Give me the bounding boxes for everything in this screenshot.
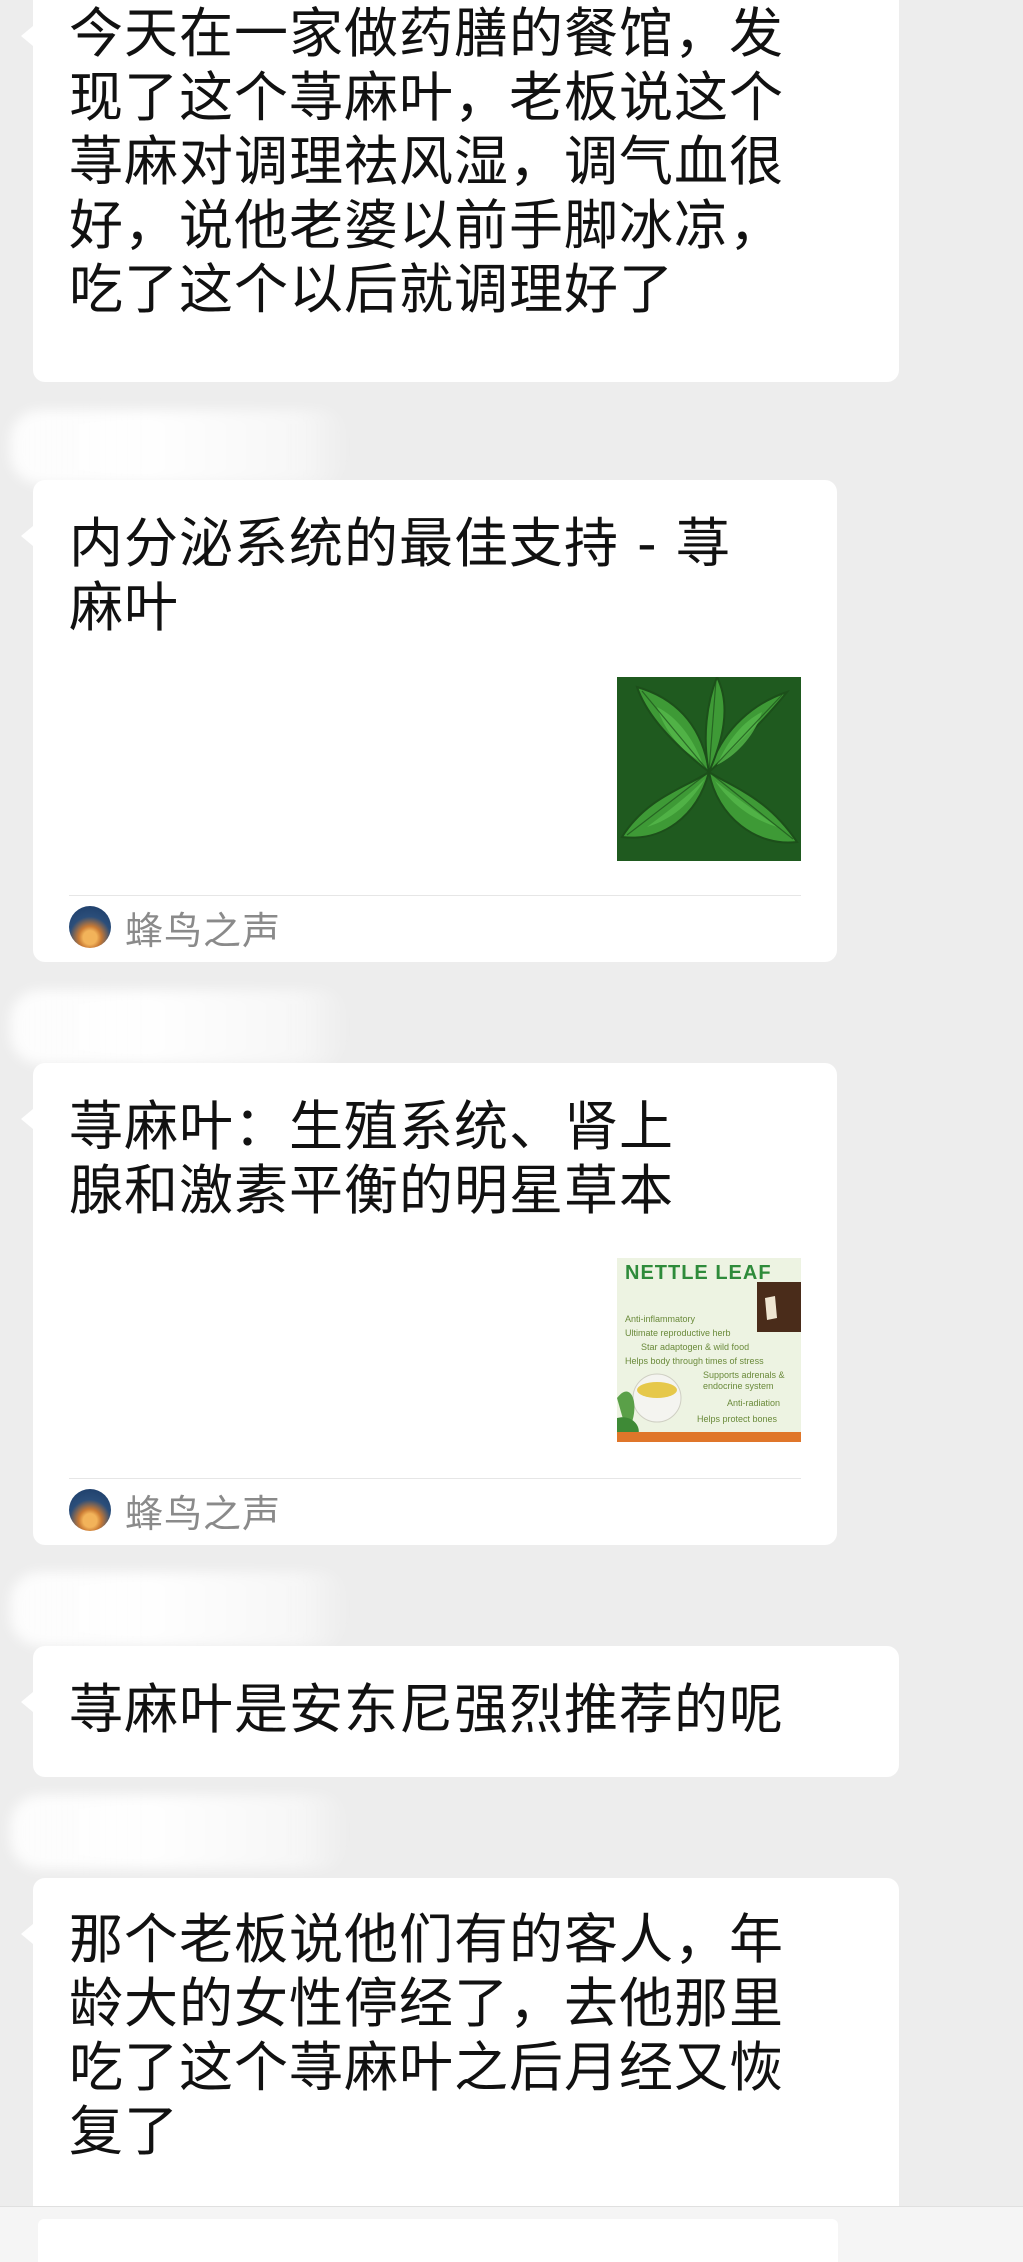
sender-name-redacted — [10, 1795, 350, 1869]
message-text: 今天在一家做药膳的餐馆，发 现了这个荨麻叶，老板说这个 荨麻对调理祛风湿，调气血… — [69, 2, 784, 321]
infographic-line: Supports adrenals & endocrine system — [703, 1370, 785, 1391]
infographic-heading: NETTLE LEAF — [625, 1262, 772, 1284]
link-card[interactable]: 荨麻叶：生殖系统、肾上 腺和激素平衡的明星草本 NETTLE LEAF Anti… — [21, 1063, 837, 1545]
card-source: 蜂鸟之声 — [69, 905, 281, 953]
source-avatar — [69, 1489, 111, 1531]
card-title: 荨麻叶：生殖系统、肾上 腺和激素平衡的明星草本 — [69, 1095, 674, 1222]
nettle-leaves-photo — [617, 677, 801, 861]
infographic-line: Star adaptogen & wild food — [641, 1342, 750, 1352]
input-area[interactable] — [38, 2219, 838, 2262]
card-title: 内分泌系统的最佳支持 - 荨 麻叶 — [69, 512, 731, 639]
chat-history[interactable]: 今天在一家做药膳的餐馆，发 现了这个荨麻叶，老板说这个 荨麻对调理祛风湿，调气血… — [0, 0, 1023, 2261]
sender-name-redacted — [10, 410, 350, 484]
message-bubble[interactable]: 今天在一家做药膳的餐馆，发 现了这个荨麻叶，老板说这个 荨麻对调理祛风湿，调气血… — [21, 0, 899, 382]
infographic-line: Helps protect bones — [697, 1414, 778, 1424]
message-text: 那个老板说他们有的客人，年 龄大的女性停经了，去他那里 吃了这个荨麻叶之后月经又… — [69, 1908, 784, 2163]
sender-name-redacted — [10, 1572, 350, 1646]
infographic-line: Ultimate reproductive herb — [625, 1328, 731, 1338]
infographic-line: Anti-inflammatory — [625, 1314, 696, 1324]
message-text: 荨麻叶是安东尼强烈推荐的呢 — [69, 1678, 784, 1741]
card-divider — [69, 895, 801, 896]
infographic-line: Anti-radiation — [727, 1398, 781, 1408]
source-name: 蜂鸟之声 — [125, 1491, 282, 1536]
sender-name-redacted — [10, 990, 350, 1064]
source-avatar — [69, 906, 111, 948]
card-source: 蜂鸟之声 — [69, 1488, 281, 1536]
link-card[interactable]: 内分泌系统的最佳支持 - 荨 麻叶 蜂鸟之声 — [21, 480, 837, 962]
input-bar — [0, 2206, 1023, 2262]
message-bubble[interactable]: 荨麻叶是安东尼强烈推荐的呢 — [21, 1646, 899, 1777]
source-name: 蜂鸟之声 — [125, 908, 282, 953]
card-divider — [69, 1478, 801, 1479]
infographic-line: Helps body through times of stress — [625, 1356, 764, 1366]
message-bubble[interactable]: 那个老板说他们有的客人，年 龄大的女性停经了，去他那里 吃了这个荨麻叶之后月经又… — [21, 1878, 899, 2238]
nettle-leaf-infographic: NETTLE LEAF Anti-inflammatory Ultimate r… — [617, 1258, 801, 1442]
